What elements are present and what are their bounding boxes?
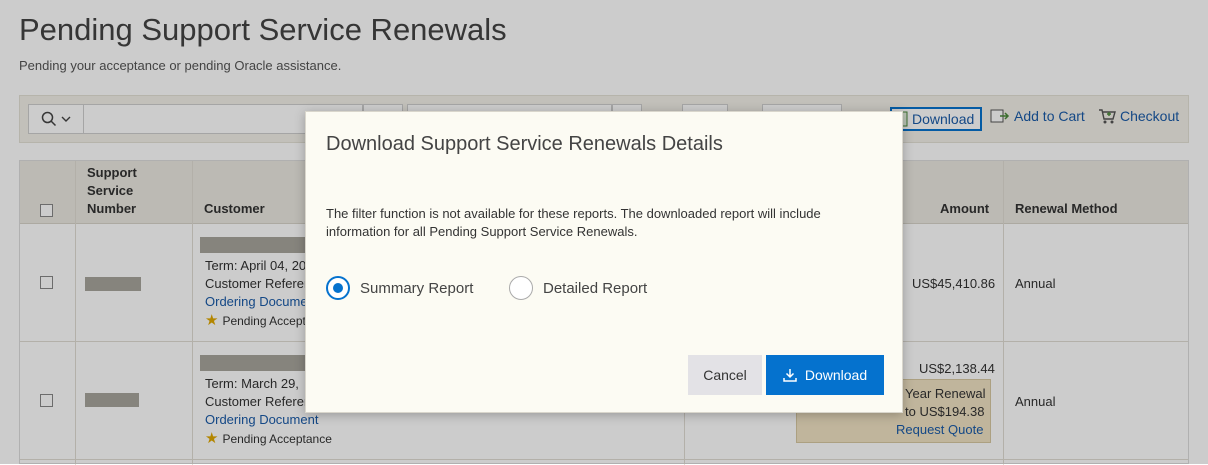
detailed-report-label: Detailed Report <box>543 279 648 297</box>
download-dialog: Download Support Service Renewals Detail… <box>305 111 903 413</box>
download-icon <box>783 369 797 382</box>
dialog-download-label: Download <box>804 367 868 383</box>
radio-selected-icon[interactable] <box>326 276 350 300</box>
cancel-button[interactable]: Cancel <box>688 355 762 395</box>
dialog-message: The filter function is not available for… <box>326 206 821 239</box>
radio-unselected-icon[interactable] <box>509 276 533 300</box>
summary-report-label: Summary Report <box>360 279 474 297</box>
dialog-download-button[interactable]: Download <box>766 355 884 395</box>
detailed-report-option[interactable]: Detailed Report <box>509 276 647 300</box>
summary-report-option[interactable]: Summary Report <box>326 276 473 300</box>
dialog-title: Download Support Service Renewals Detail… <box>326 133 723 155</box>
